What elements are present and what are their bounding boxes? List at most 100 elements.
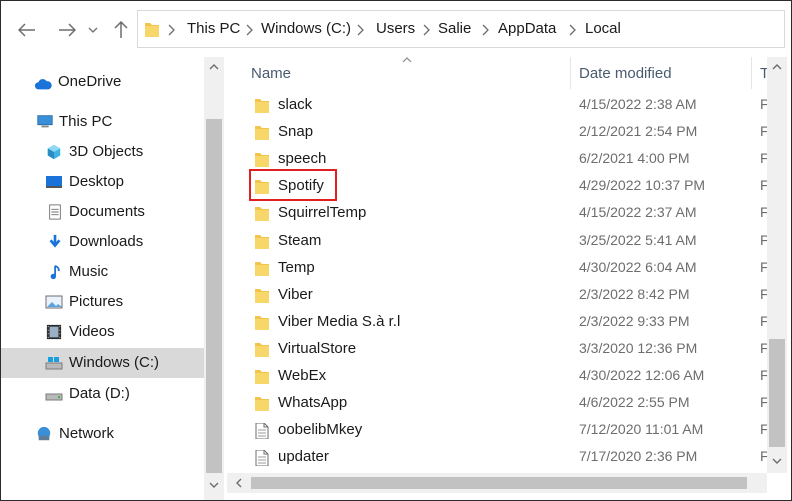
file-row[interactable]: WhatsApp 4/6/2022 2:55 PM F [227, 390, 769, 417]
column-divider[interactable] [751, 57, 752, 89]
file-row[interactable]: Snap 2/12/2021 2:54 PM F [227, 119, 769, 146]
scrollbar-thumb[interactable] [769, 339, 785, 447]
file-date-modified: 6/2/2021 4:00 PM [579, 150, 690, 167]
horizontal-scrollbar[interactable] [227, 473, 767, 493]
file-row[interactable]: Spotify 4/29/2022 10:37 PM F [227, 169, 769, 202]
chevron-right-icon [482, 24, 489, 36]
sidebar-item-desktop[interactable]: Desktop [1, 167, 204, 197]
file-name: Viber Media S.à r.l [278, 312, 401, 330]
chevron-up-icon [772, 64, 782, 70]
file-row[interactable]: updater 7/17/2020 2:36 PM F [227, 444, 769, 471]
folder-icon [255, 288, 269, 303]
sidebar-item-documents[interactable]: Documents [1, 197, 204, 227]
sidebar-item-label: This PC [59, 113, 113, 130]
scroll-left-button[interactable] [231, 475, 247, 491]
file-list-scrollbar[interactable] [767, 57, 787, 473]
file-date-modified: 4/15/2022 2:38 AM [579, 96, 697, 112]
file-date-modified: 2/3/2022 9:33 PM [579, 312, 690, 329]
document-icon [49, 204, 61, 220]
sidebar-item-label: Network [59, 425, 115, 442]
drive-icon [45, 357, 63, 370]
file-date-modified: 3/3/2020 12:36 PM [579, 339, 698, 356]
file-name: SquirrelTemp [278, 204, 367, 222]
sidebar-item-label: OneDrive [58, 73, 122, 90]
sidebar-item-label: Music [69, 263, 109, 280]
chevron-right-icon [246, 24, 253, 36]
scrollbar-thumb[interactable] [251, 477, 747, 489]
file-row[interactable]: VirtualStore 3/3/2020 12:36 PM F [227, 336, 769, 363]
file-row[interactable]: slack 4/15/2022 2:38 AM F [227, 92, 769, 119]
forward-button[interactable] [55, 18, 79, 42]
sidebar-item-3d-objects[interactable]: 3D Objects [1, 137, 204, 167]
scroll-up-button[interactable] [769, 59, 785, 75]
file-list: Name Date modified T slack 4/15/2022 2:38… [227, 57, 791, 500]
file-row[interactable]: Viber 2/3/2022 8:42 PM F [227, 282, 769, 309]
file-explorer-window: This PC Windows (C:) Users Salie AppData… [0, 0, 792, 501]
network-icon [37, 426, 51, 441]
folder-icon [255, 99, 269, 113]
scroll-up-button[interactable] [206, 59, 222, 75]
arrow-left-icon [18, 23, 35, 37]
sidebar-item-data-d[interactable]: Data (D:) [1, 379, 204, 409]
folder-icon [255, 315, 269, 330]
file-row[interactable]: Viber Media S.à r.l 2/3/2022 9:33 PM F [227, 309, 769, 336]
chevron-up-icon [209, 64, 219, 70]
file-date-modified: 4/30/2022 12:06 AM [579, 367, 705, 383]
sidebar-item-downloads[interactable]: Downloads [1, 227, 204, 257]
navigation-pane: OneDrive This PC 3D Objects Desktop Docu… [1, 57, 227, 500]
breadcrumb-appdata[interactable]: AppData [498, 20, 556, 37]
navigation-scrollbar[interactable] [204, 57, 224, 500]
file-date-modified: 7/12/2020 11:01 AM [579, 421, 704, 438]
sidebar-item-onedrive[interactable]: OneDrive [1, 67, 204, 97]
scroll-down-button[interactable] [769, 453, 785, 469]
file-row[interactable]: oobelibMkey 7/12/2020 11:01 AM F [227, 417, 769, 444]
sort-ascending-icon [402, 57, 412, 63]
address-bar[interactable]: This PC Windows (C:) Users Salie AppData… [137, 10, 785, 48]
folder-icon [255, 261, 269, 276]
folder-icon [255, 153, 269, 168]
chevron-right-icon [357, 24, 364, 36]
sidebar-item-pictures[interactable]: Pictures [1, 287, 204, 317]
breadcrumb-windows-c[interactable]: Windows (C:) [261, 20, 351, 37]
highlight-annotation [249, 169, 337, 202]
file-name: WebEx [278, 367, 327, 384]
file-date-modified: 4/15/2022 2:37 AM [579, 204, 697, 221]
scrollbar-thumb[interactable] [206, 119, 222, 473]
chevron-down-icon [209, 482, 219, 488]
file-row[interactable]: WebEx 4/30/2022 12:06 AM F [227, 363, 769, 390]
sidebar-item-label: Desktop [69, 173, 125, 190]
folder-icon [145, 23, 159, 37]
folder-icon [255, 342, 269, 357]
breadcrumb-users[interactable]: Users [376, 20, 415, 37]
cloud-icon [34, 79, 52, 90]
file-icon [255, 450, 269, 467]
back-button[interactable] [15, 18, 39, 42]
sidebar-item-label: Videos [69, 323, 115, 340]
arrow-right-icon [59, 23, 76, 37]
column-divider[interactable] [570, 57, 571, 89]
file-name: Temp [278, 258, 315, 276]
breadcrumb-salie[interactable]: Salie [438, 20, 471, 37]
file-row[interactable]: SquirrelTemp 4/15/2022 2:37 AM F [227, 200, 769, 227]
sidebar-item-label: Documents [69, 203, 145, 220]
sidebar-item-windows-c[interactable]: Windows (C:) [1, 348, 204, 378]
sidebar-item-music[interactable]: Music [1, 257, 204, 287]
breadcrumb-local[interactable]: Local [585, 20, 621, 37]
column-header-name[interactable]: Name [251, 65, 291, 82]
sidebar-item-label: Pictures [69, 293, 124, 310]
sidebar-item-network[interactable]: Network [1, 419, 204, 449]
column-header-date-modified[interactable]: Date modified [579, 65, 672, 82]
sidebar-item-this-pc[interactable]: This PC [1, 107, 204, 137]
up-button[interactable] [109, 18, 133, 42]
file-name: Viber [278, 285, 313, 303]
sidebar-item-videos[interactable]: Videos [1, 317, 204, 347]
arrow-up-icon [114, 21, 128, 38]
breadcrumb-this-pc[interactable]: This PC [187, 20, 240, 37]
file-row[interactable]: Temp 4/30/2022 6:04 AM F [227, 255, 769, 282]
folder-icon [255, 370, 269, 384]
chevron-right-icon [423, 24, 430, 36]
scroll-down-button[interactable] [206, 477, 222, 493]
file-row[interactable]: Steam 3/25/2022 5:41 AM F [227, 228, 769, 255]
file-date-modified: 3/25/2022 5:41 AM [579, 231, 697, 248]
recent-locations-button[interactable] [85, 18, 101, 42]
